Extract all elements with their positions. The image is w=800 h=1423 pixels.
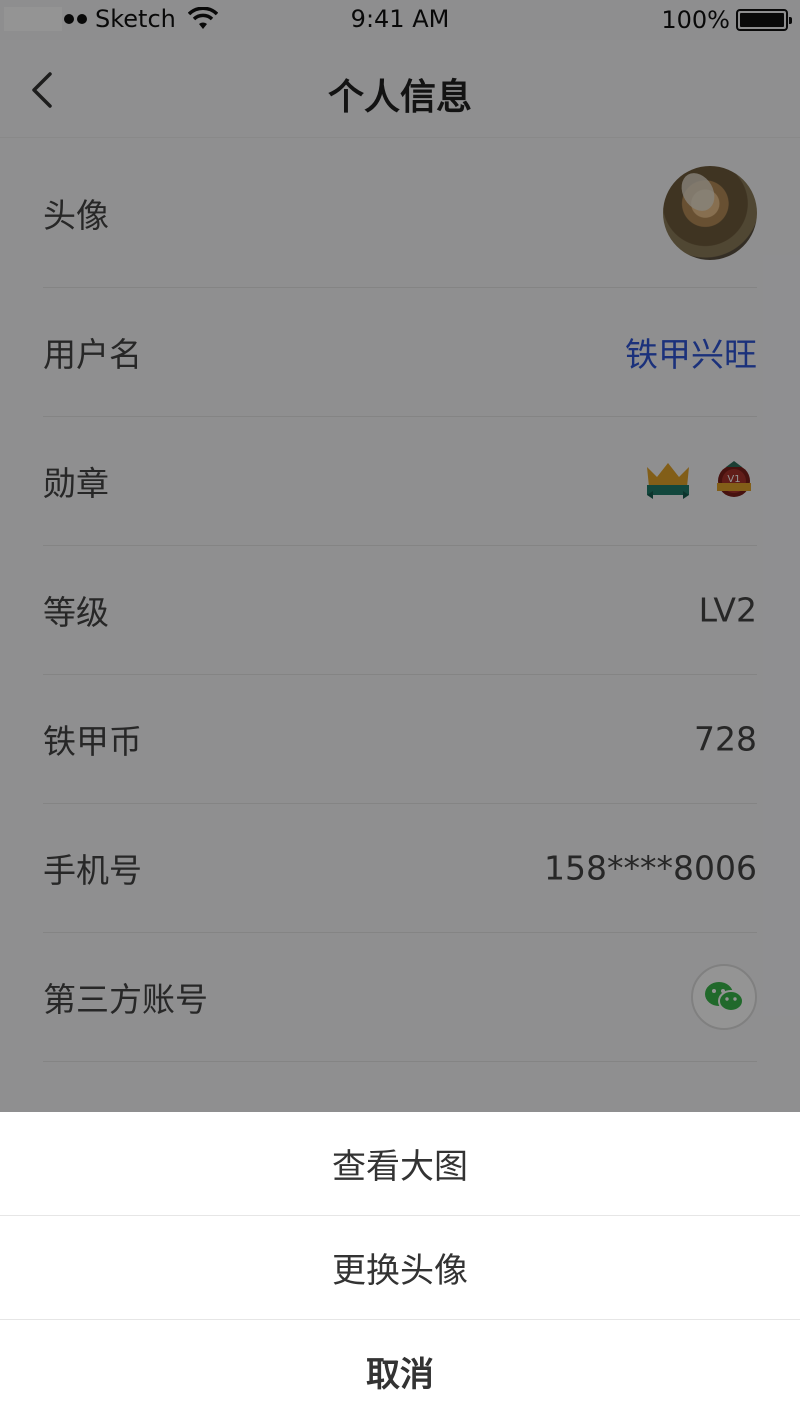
view-large-image-button[interactable]: 查看大图 [0,1112,800,1216]
change-avatar-button[interactable]: 更换头像 [0,1216,800,1320]
action-sheet: 查看大图 更换头像 取消 [0,1112,800,1423]
cancel-button[interactable]: 取消 [0,1320,800,1423]
